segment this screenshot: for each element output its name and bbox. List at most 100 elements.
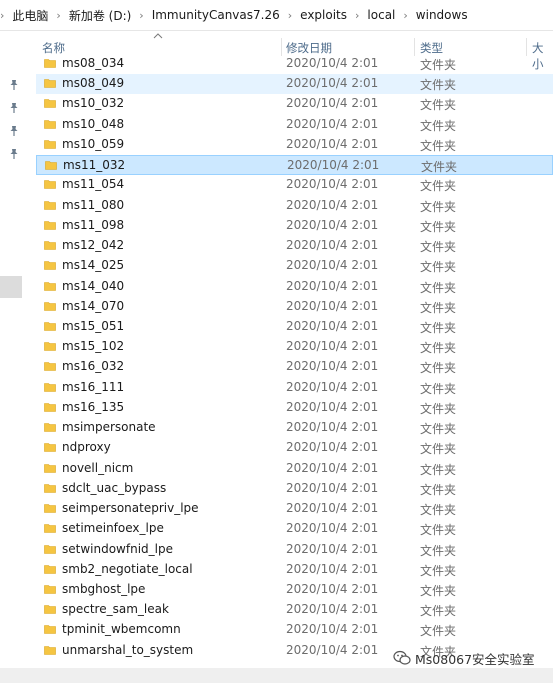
file-row[interactable]: ms14_025 2020/10/4 2:01 文件夹 — [36, 256, 553, 276]
file-name: ms10_032 — [62, 96, 125, 110]
file-type: 文件夹 — [420, 564, 457, 578]
file-row[interactable]: ms15_102 2020/10/4 2:01 文件夹 — [36, 337, 553, 357]
wechat-icon — [393, 650, 411, 665]
breadcrumb-item[interactable]: windows — [416, 8, 468, 22]
file-type: 文件夹 — [420, 200, 457, 214]
file-row[interactable]: ms14_070 2020/10/4 2:01 文件夹 — [36, 297, 553, 317]
file-modified-date: 2020/10/4 2:01 — [286, 177, 379, 191]
nav-pane-scroll-thumb[interactable] — [0, 276, 22, 298]
file-name: ms16_135 — [62, 400, 125, 414]
file-modified-date: 2020/10/4 2:01 — [286, 521, 379, 535]
file-type: 文件夹 — [420, 301, 457, 315]
file-row[interactable]: sdclt_uac_bypass 2020/10/4 2:01 文件夹 — [36, 479, 553, 499]
file-modified-date: 2020/10/4 2:01 — [286, 117, 379, 131]
file-type: 文件夹 — [420, 240, 457, 254]
file-name: seimpersonatepriv_lpe — [62, 501, 199, 515]
file-row[interactable]: ms11_080 2020/10/4 2:01 文件夹 — [36, 196, 553, 216]
file-row[interactable]: setimeinfoex_lpe 2020/10/4 2:01 文件夹 — [36, 519, 553, 539]
folder-icon — [44, 383, 56, 392]
file-name: ms16_032 — [62, 359, 125, 373]
folder-icon — [44, 423, 56, 432]
file-type: 文件夹 — [420, 483, 457, 497]
file-modified-date: 2020/10/4 2:01 — [286, 56, 379, 70]
file-type: 文件夹 — [420, 321, 457, 335]
file-modified-date: 2020/10/4 2:01 — [286, 96, 379, 110]
file-row[interactable]: ms11_054 2020/10/4 2:01 文件夹 — [36, 175, 553, 195]
file-row[interactable]: tpminit_wbemcomn 2020/10/4 2:01 文件夹 — [36, 620, 553, 640]
chevron-right-icon[interactable]: › — [288, 9, 292, 22]
file-name: setwindowfnid_lpe — [62, 542, 173, 556]
file-modified-date: 2020/10/4 2:01 — [286, 420, 379, 434]
file-row[interactable]: ms10_048 2020/10/4 2:01 文件夹 — [36, 115, 553, 135]
chevron-right-icon[interactable]: › — [355, 9, 359, 22]
file-type: 文件夹 — [420, 442, 457, 456]
file-row[interactable]: ndproxy 2020/10/4 2:01 文件夹 — [36, 438, 553, 458]
file-type: 文件夹 — [420, 220, 457, 234]
folder-icon — [44, 261, 56, 270]
file-row[interactable]: ms12_042 2020/10/4 2:01 文件夹 — [36, 236, 553, 256]
file-row[interactable]: smb2_negotiate_local 2020/10/4 2:01 文件夹 — [36, 560, 553, 580]
file-name: ms12_042 — [62, 238, 125, 252]
file-type: 文件夹 — [420, 341, 457, 355]
chevron-right-icon[interactable]: › — [139, 9, 143, 22]
file-name: msimpersonate — [62, 420, 156, 434]
file-row[interactable]: seimpersonatepriv_lpe 2020/10/4 2:01 文件夹 — [36, 499, 553, 519]
file-row[interactable]: spectre_sam_leak 2020/10/4 2:01 文件夹 — [36, 600, 553, 620]
file-row[interactable]: ms11_098 2020/10/4 2:01 文件夹 — [36, 216, 553, 236]
folder-icon — [44, 443, 56, 452]
pin-icon[interactable] — [8, 125, 20, 137]
chevron-right-icon[interactable]: › — [403, 9, 407, 22]
file-row[interactable]: smbghost_lpe 2020/10/4 2:01 文件夹 — [36, 580, 553, 600]
breadcrumb-item[interactable]: local — [367, 8, 395, 22]
file-type: 文件夹 — [420, 544, 457, 558]
file-modified-date: 2020/10/4 2:01 — [286, 400, 379, 414]
file-name: ms11_032 — [63, 158, 126, 172]
file-row[interactable]: ms15_051 2020/10/4 2:01 文件夹 — [36, 317, 553, 337]
chevron-right-icon[interactable]: › — [56, 9, 60, 22]
pin-icon[interactable] — [8, 79, 20, 91]
file-row[interactable]: ms16_032 2020/10/4 2:01 文件夹 — [36, 357, 553, 377]
folder-icon — [44, 322, 56, 331]
file-modified-date: 2020/10/4 2:01 — [286, 137, 379, 151]
file-name: tpminit_wbemcomn — [62, 622, 181, 636]
file-type: 文件夹 — [420, 119, 457, 133]
folder-icon — [44, 221, 56, 230]
file-row[interactable]: ms14_040 2020/10/4 2:01 文件夹 — [36, 277, 553, 297]
file-modified-date: 2020/10/4 2:01 — [286, 76, 379, 90]
folder-icon — [44, 545, 56, 554]
file-row[interactable]: ms16_111 2020/10/4 2:01 文件夹 — [36, 378, 553, 398]
folder-icon — [44, 362, 56, 371]
file-row[interactable]: novell_nicm 2020/10/4 2:01 文件夹 — [36, 459, 553, 479]
file-type: 文件夹 — [420, 260, 457, 274]
breadcrumb-item[interactable]: exploits — [300, 8, 347, 22]
folder-icon — [44, 605, 56, 614]
breadcrumb: › 此电脑 › 新加卷 (D:) › ImmunityCanvas7.26 › exploit… — [0, 0, 553, 31]
pin-icon[interactable] — [8, 148, 20, 160]
file-modified-date: 2020/10/4 2:01 — [286, 319, 379, 333]
pin-icon[interactable] — [8, 102, 20, 114]
file-modified-date: 2020/10/4 2:01 — [286, 380, 379, 394]
file-row[interactable]: ms08_034 2020/10/4 2:01 文件夹 — [36, 54, 553, 74]
file-name: ms15_051 — [62, 319, 125, 333]
chevron-right-icon[interactable]: › — [0, 9, 4, 22]
file-row[interactable]: ms10_059 2020/10/4 2:01 文件夹 — [36, 135, 553, 155]
folder-icon — [44, 464, 56, 473]
file-row[interactable]: ms08_049 2020/10/4 2:01 文件夹 — [36, 74, 553, 94]
file-modified-date: 2020/10/4 2:01 — [286, 461, 379, 475]
file-type: 文件夹 — [420, 281, 457, 295]
file-type: 文件夹 — [420, 503, 457, 517]
file-row[interactable]: msimpersonate 2020/10/4 2:01 文件夹 — [36, 418, 553, 438]
breadcrumb-item[interactable]: 此电脑 — [12, 7, 48, 24]
file-row[interactable]: ms10_032 2020/10/4 2:01 文件夹 — [36, 94, 553, 114]
file-name: ms14_040 — [62, 279, 125, 293]
file-type: 文件夹 — [420, 361, 457, 375]
folder-icon — [44, 302, 56, 311]
file-name: spectre_sam_leak — [62, 602, 169, 616]
file-row[interactable]: ms11_032 2020/10/4 2:01 文件夹 — [36, 155, 553, 175]
breadcrumb-item[interactable]: 新加卷 (D:) — [69, 7, 131, 24]
file-row[interactable]: ms16_135 2020/10/4 2:01 文件夹 — [36, 398, 553, 418]
file-row[interactable]: setwindowfnid_lpe 2020/10/4 2:01 文件夹 — [36, 540, 553, 560]
file-modified-date: 2020/10/4 2:01 — [286, 602, 379, 616]
breadcrumb-item[interactable]: ImmunityCanvas7.26 — [152, 8, 280, 22]
folder-icon — [44, 180, 56, 189]
